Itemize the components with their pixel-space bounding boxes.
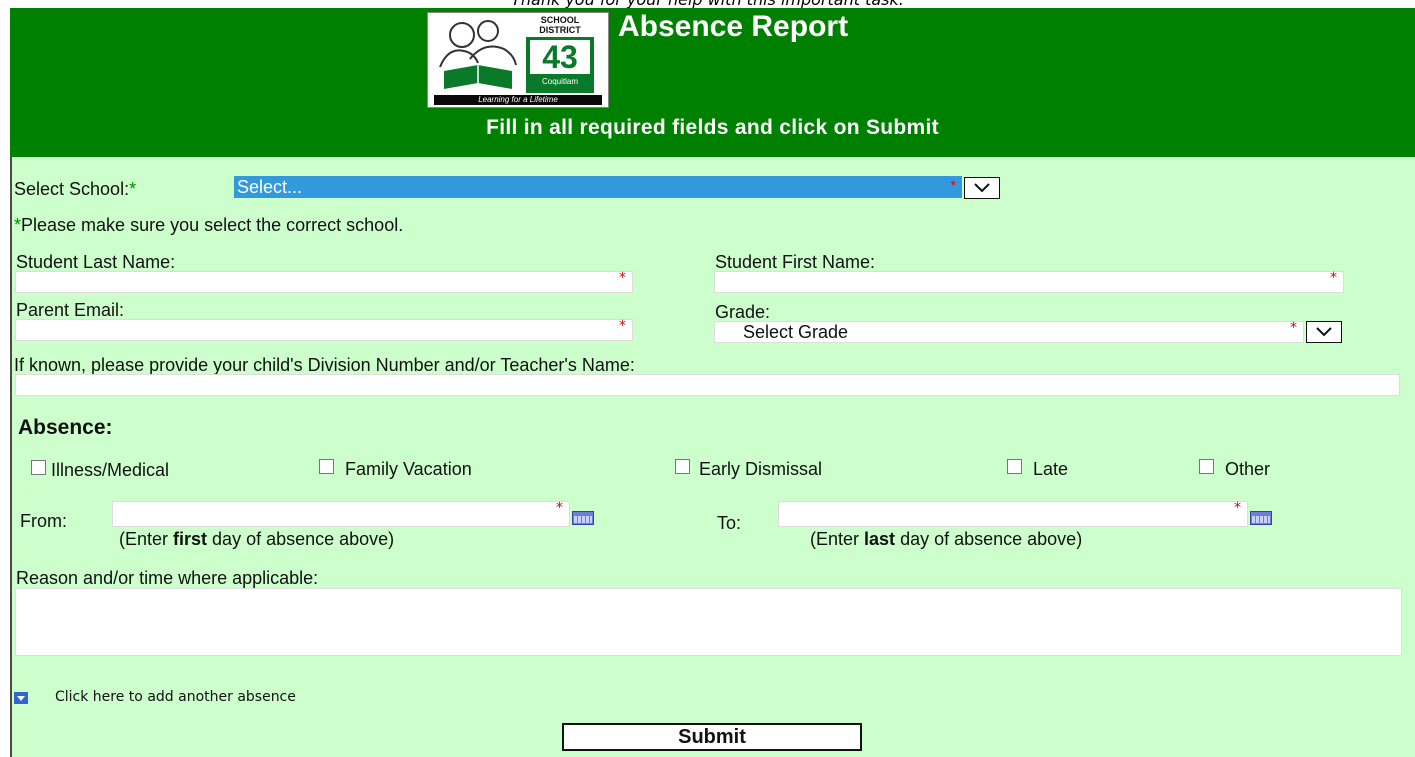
select-school-label-text: Select School:	[14, 179, 130, 199]
division-teacher-field[interactable]	[15, 374, 1400, 396]
to-hint-pre: (Enter	[810, 529, 865, 549]
district-city: Coquitlam	[541, 77, 578, 86]
family-vacation-checkbox[interactable]	[319, 459, 334, 474]
required-mark: *	[129, 179, 137, 199]
people-reading-icon	[439, 20, 517, 89]
other-checkbox[interactable]	[1199, 459, 1214, 474]
logo-school-text: SCHOOL	[540, 15, 580, 25]
other-label: Other	[1225, 459, 1271, 479]
family-vacation-label: Family Vacation	[345, 459, 472, 479]
late-label: Late	[1033, 459, 1069, 479]
required-mark: *	[556, 500, 563, 516]
required-mark: *	[619, 318, 626, 334]
required-mark: *	[1290, 320, 1297, 336]
required-mark: *	[950, 177, 956, 193]
grade-select[interactable]: Select Grade *	[714, 320, 1304, 343]
from-date-field[interactable]: *	[112, 500, 570, 527]
from-hint: (Enter first day of absence above)	[119, 529, 394, 549]
to-hint-post: day of absence above)	[895, 529, 1083, 549]
school-select-value: Select...	[237, 177, 303, 197]
logo-district-text: DISTRICT	[539, 25, 581, 35]
absence-form: Select School:* Select... * *Please make…	[10, 157, 1415, 757]
required-mark: *	[1330, 270, 1337, 286]
page-title: Absence Report	[618, 10, 849, 43]
district-number: 43	[530, 40, 590, 74]
reason-textarea[interactable]	[15, 588, 1402, 656]
late-checkbox[interactable]	[1007, 459, 1022, 474]
submit-button[interactable]: Submit	[562, 723, 862, 751]
chevron-down-icon	[1316, 327, 1332, 337]
school-select-dropdown-button[interactable]	[964, 177, 1000, 199]
school-district-logo: SCHOOL DISTRICT 43 Coquitlam Learning fo…	[427, 12, 609, 108]
illness-checkbox[interactable]	[31, 460, 46, 475]
first-name-label: Student First Name:	[715, 252, 876, 272]
parent-email-label: Parent Email:	[16, 300, 125, 320]
required-mark: *	[619, 270, 626, 286]
grade-select-dropdown-button[interactable]	[1306, 321, 1342, 343]
calendar-icon[interactable]	[1250, 511, 1272, 525]
logo-tagline: Learning for a Lifetime	[434, 95, 602, 105]
expand-arrow-icon[interactable]	[14, 692, 28, 704]
first-name-field[interactable]: *	[714, 270, 1344, 293]
early-dismissal-label: Early Dismissal	[699, 459, 823, 479]
district-badge: SCHOOL DISTRICT 43 Coquitlam	[526, 15, 594, 93]
school-note: *Please make sure you select the correct…	[14, 215, 403, 235]
required-mark: *	[1234, 500, 1241, 516]
page-header: SCHOOL DISTRICT 43 Coquitlam Learning fo…	[10, 8, 1415, 157]
early-dismissal-checkbox[interactable]	[675, 459, 690, 474]
last-name-label: Student Last Name:	[16, 252, 176, 272]
add-absence-link[interactable]: Click here to add another absence	[55, 689, 296, 705]
chevron-down-icon	[974, 183, 990, 193]
required-mark: *	[14, 215, 22, 235]
from-label: From:	[20, 511, 67, 531]
last-name-field[interactable]: *	[15, 270, 633, 293]
from-hint-post: day of absence above)	[207, 529, 395, 549]
illness-label: Illness/Medical	[51, 460, 170, 480]
district-label: SCHOOL DISTRICT	[526, 15, 594, 37]
grade-select-value: Select Grade	[743, 322, 849, 342]
to-label: To:	[717, 513, 742, 533]
page-subtitle: Fill in all required fields and click on…	[486, 116, 939, 139]
calendar-icon[interactable]	[572, 511, 594, 525]
reason-label: Reason and/or time where applicable:	[16, 568, 319, 588]
select-school-label: Select School:*	[14, 179, 136, 199]
from-hint-pre: (Enter	[119, 529, 174, 549]
to-hint-bold: last	[864, 529, 896, 549]
parent-email-field[interactable]: *	[15, 318, 633, 341]
division-label: If known, please provide your child's Di…	[14, 355, 635, 375]
to-date-field[interactable]: *	[778, 500, 1248, 527]
to-hint: (Enter last day of absence above)	[810, 529, 1082, 549]
school-note-text: Please make sure you select the correct …	[21, 215, 404, 235]
from-hint-bold: first	[173, 529, 208, 549]
grade-label: Grade:	[715, 302, 771, 322]
absence-heading: Absence:	[18, 416, 113, 439]
school-select[interactable]: Select... *	[234, 176, 962, 198]
